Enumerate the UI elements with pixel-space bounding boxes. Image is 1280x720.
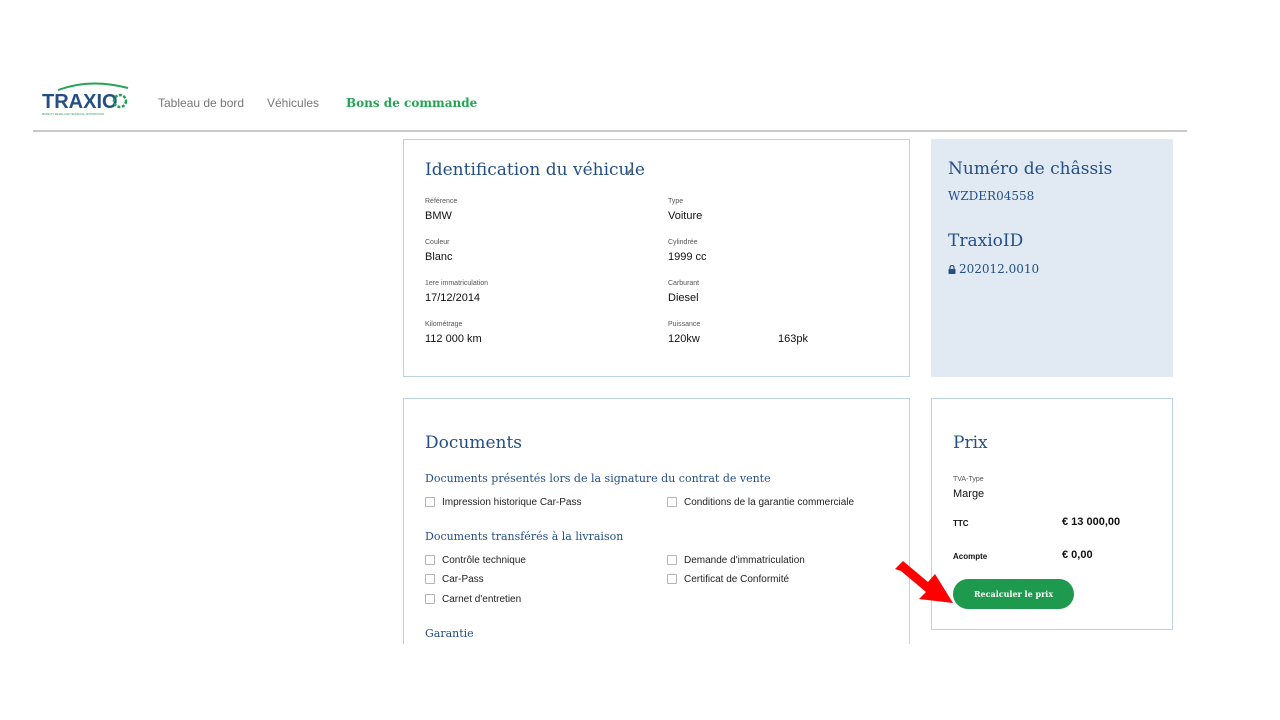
tva-type-value: Marge <box>953 488 985 500</box>
recalculate-price-button[interactable]: Recalculer le prix <box>953 579 1074 609</box>
documents-card: Documents Documents présentés lors de la… <box>403 398 910 644</box>
checkbox-box[interactable] <box>667 497 677 507</box>
checkbox-box[interactable] <box>667 555 677 565</box>
checkbox-box[interactable] <box>425 594 435 604</box>
type-value: Voiture <box>668 210 703 222</box>
checkbox-box[interactable] <box>667 574 677 584</box>
nav-tableau-de-bord[interactable]: Tableau de bord <box>158 96 244 110</box>
nav-vehicules[interactable]: Véhicules <box>267 96 319 110</box>
traxio-logo[interactable]: TRAXIO MOBILITY RETAIL AND TECHNICAL DIS… <box>40 80 132 118</box>
acompte-value: € 0,00 <box>1062 549 1093 561</box>
checkbox-controle-technique[interactable]: Contrôle technique <box>425 554 526 566</box>
documents-title: Documents <box>425 433 523 453</box>
ttc-value: € 13 000,00 <box>1062 516 1121 528</box>
tva-type-label: TVA-Type <box>953 476 984 483</box>
traxio-id-row: 202012.0010 <box>948 262 1039 276</box>
nav-bons-de-commande[interactable]: Bons de commande <box>346 96 477 110</box>
pencil-icon[interactable] <box>625 166 635 176</box>
red-arrow-annotation <box>895 561 953 603</box>
vehicle-identification-card: Identification du véhicule Référence BMW… <box>403 139 910 377</box>
couleur-value: Blanc <box>425 251 453 263</box>
puissance-kw-value: 120kw <box>668 333 700 345</box>
checkbox-label: Demande d'immatriculation <box>684 554 805 566</box>
logo-tagline: MOBILITY RETAIL AND TECHNICAL DISTRIBUTI… <box>42 112 104 116</box>
checkbox-car-pass[interactable]: Car-Pass <box>425 573 484 585</box>
checkbox-warranty-conditions[interactable]: Conditions de la garantie commerciale <box>667 496 854 508</box>
checkbox-carnet-entretien[interactable]: Carnet d'entretien <box>425 593 521 605</box>
checkbox-label: Conditions de la garantie commerciale <box>684 496 855 508</box>
traxio-id-title: TraxioID <box>948 231 1024 251</box>
section-signature-title: Documents présentés lors de la signature… <box>425 472 771 485</box>
checkbox-label: Contrôle technique <box>442 554 526 566</box>
chassis-number: WZDER04558 <box>948 189 1035 203</box>
traxio-id-value: 202012.0010 <box>959 262 1040 276</box>
checkbox-label: Car-Pass <box>442 573 484 585</box>
type-label: Type <box>668 198 684 205</box>
prix-title: Prix <box>953 433 988 453</box>
section-garantie-title: Garantie <box>425 627 474 640</box>
cylindree-value: 1999 cc <box>668 251 707 263</box>
immatriculation-value: 17/12/2014 <box>425 292 481 304</box>
chassis-panel: Numéro de châssis WZDER04558 TraxioID 20… <box>931 139 1173 377</box>
puissance-pk-value: 163pk <box>778 333 808 345</box>
ttc-label: TTC <box>953 519 969 528</box>
kilometrage-label: Kilométrage <box>425 321 463 328</box>
puissance-label: Puissance <box>668 321 701 328</box>
checkbox-label: Carnet d'entretien <box>442 593 522 605</box>
cylindree-label: Cylindrée <box>668 239 698 246</box>
reference-value: BMW <box>425 210 452 222</box>
reference-label: Référence <box>425 198 458 205</box>
immatriculation-label: 1ere immatriculation <box>425 280 489 287</box>
checkbox-certificat-conformite[interactable]: Certificat de Conformité <box>667 573 789 585</box>
logo-text: TRAXIO <box>42 91 118 113</box>
header-divider <box>33 130 1187 132</box>
checkbox-box[interactable] <box>425 574 435 584</box>
checkbox-box[interactable] <box>425 555 435 565</box>
lock-icon <box>948 265 956 274</box>
couleur-label: Couleur <box>425 239 450 246</box>
section-livraison-title: Documents transférés à la livraison <box>425 530 624 543</box>
checkbox-box[interactable] <box>425 497 435 507</box>
carburant-value: Diesel <box>668 292 699 304</box>
checkbox-demande-immatriculation[interactable]: Demande d'immatriculation <box>667 554 805 566</box>
prix-card: Prix TVA-Type Marge TTC € 13 000,00 Acom… <box>931 398 1173 630</box>
checkbox-label: Impression historique Car-Pass <box>442 496 582 508</box>
carburant-label: Carburant <box>668 280 700 287</box>
kilometrage-value: 112 000 km <box>425 333 482 345</box>
chassis-title: Numéro de châssis <box>948 159 1113 179</box>
checkbox-car-pass-history[interactable]: Impression historique Car-Pass <box>425 496 582 508</box>
vehicle-card-title: Identification du véhicule <box>425 160 645 180</box>
checkbox-label: Certificat de Conformité <box>684 573 790 585</box>
